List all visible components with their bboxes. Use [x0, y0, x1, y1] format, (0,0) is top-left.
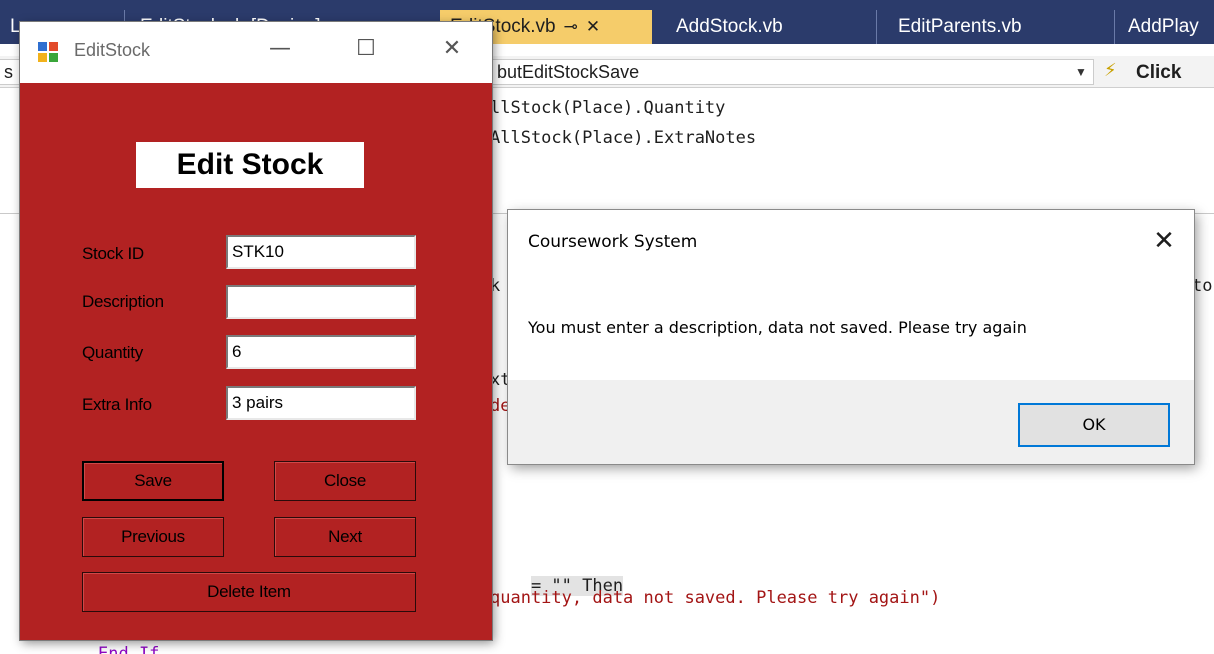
window-title-bar[interactable]: EditStock — ☐ ✕	[20, 22, 492, 83]
close-button[interactable]: Close	[274, 461, 416, 501]
code-line: End If	[98, 644, 160, 654]
close-tab-icon[interactable]: ✕	[586, 17, 600, 36]
code-line: quantity, data not saved. Please try aga…	[490, 588, 941, 608]
tab-separator	[1114, 10, 1115, 44]
previous-button[interactable]: Previous	[82, 517, 224, 557]
quantity-label: Quantity	[82, 343, 143, 362]
message-dialog: Coursework System ✕ You must enter a des…	[508, 210, 1194, 464]
description-label: Description	[82, 292, 164, 311]
extra-info-field[interactable]	[226, 386, 416, 420]
code-line: llStock(Place).Quantity	[490, 98, 726, 118]
description-field[interactable]	[226, 285, 416, 319]
editstock-window: EditStock — ☐ ✕ Edit Stock Stock ID Desc…	[20, 22, 492, 640]
tab-addstock-vb[interactable]: AddStock.vb	[666, 10, 866, 44]
dialog-message: You must enter a description, data not s…	[528, 318, 1027, 337]
code-line: AllStock(Place).ExtraNotes	[490, 128, 757, 148]
close-icon[interactable]: ✕	[432, 34, 472, 68]
stock-id-label: Stock ID	[82, 244, 144, 263]
nav-event-label[interactable]: Click	[1136, 62, 1181, 84]
tab-separator	[876, 10, 877, 44]
close-icon[interactable]: ✕	[1148, 226, 1180, 258]
code-line: to	[1192, 276, 1213, 296]
dialog-footer: OK	[508, 380, 1194, 464]
maximize-icon[interactable]: ☐	[346, 34, 386, 68]
delete-item-button[interactable]: Delete Item	[82, 572, 416, 612]
window-title: EditStock	[74, 40, 151, 60]
nav-method-label: butEditStockSave	[497, 62, 640, 82]
tab-editparents-vb[interactable]: EditParents.vb	[888, 10, 1108, 44]
extra-info-label: Extra Info	[82, 395, 152, 414]
nav-scope-dropdown[interactable]: s	[0, 59, 20, 85]
save-button[interactable]: Save	[82, 461, 224, 501]
dialog-title: Coursework System	[528, 232, 698, 252]
tab-addplay[interactable]: AddPlay	[1118, 10, 1214, 44]
chevron-down-icon: ▼	[1075, 65, 1087, 79]
minimize-icon[interactable]: —	[260, 34, 300, 68]
lightning-icon: ⚡	[1104, 60, 1117, 81]
quantity-field[interactable]	[226, 335, 416, 369]
ok-button[interactable]: OK	[1018, 403, 1170, 447]
pin-icon[interactable]: ⊸	[564, 17, 578, 36]
nav-method-dropdown[interactable]: butEditStockSave ▼	[490, 59, 1094, 85]
page-title: Edit Stock	[136, 142, 364, 188]
stock-id-field[interactable]	[226, 235, 416, 269]
app-icon	[38, 42, 58, 62]
next-button[interactable]: Next	[274, 517, 416, 557]
